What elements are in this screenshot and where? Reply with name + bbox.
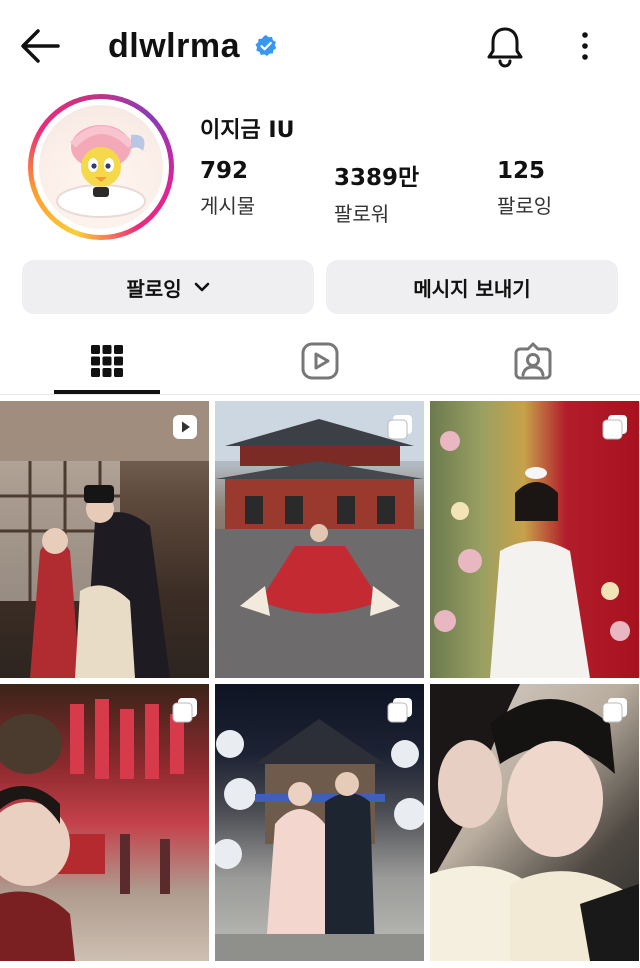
tab-tagged[interactable]: [480, 328, 586, 394]
top-bar: dlwlrma: [0, 0, 640, 92]
username: dlwlrma: [108, 26, 240, 65]
posts-grid: [0, 401, 640, 968]
post-image: [215, 719, 424, 961]
stat-following-label: 팔로잉: [497, 194, 553, 218]
bell-icon[interactable]: [484, 24, 526, 68]
more-vertical-icon[interactable]: [572, 28, 598, 64]
profile-full-name: 이지금 IU: [200, 118, 295, 143]
stat-posts-label: 게시물: [200, 194, 256, 218]
carousel-icon: [387, 698, 412, 723]
grid-icon: [91, 345, 123, 377]
post-image: [215, 401, 424, 678]
profile-avatar[interactable]: [28, 94, 174, 240]
post-image: [0, 699, 184, 961]
back-arrow-icon[interactable]: [18, 26, 64, 66]
message-button[interactable]: 메시지 보내기: [326, 260, 618, 314]
post-image: [430, 684, 639, 961]
stat-following-count: 125: [497, 158, 546, 184]
tab-posts[interactable]: [54, 328, 160, 394]
tagged-icon: [514, 342, 552, 380]
stat-posts-count: 792: [200, 158, 249, 184]
carousel-icon: [172, 698, 197, 723]
username-row: dlwlrma: [108, 26, 278, 66]
post-thumbnail[interactable]: [430, 401, 639, 678]
stat-followers[interactable]: 3389만 팔로워: [334, 158, 419, 227]
post-thumbnail[interactable]: [215, 684, 424, 961]
post-image: [0, 401, 209, 678]
chevron-down-icon: [194, 282, 209, 292]
message-button-label: 메시지 보내기: [413, 276, 531, 301]
carousel-icon: [602, 415, 627, 440]
stat-following[interactable]: 125 팔로잉: [497, 158, 552, 219]
avatar-illustration: [56, 125, 146, 218]
carousel-icon: [387, 415, 412, 440]
post-thumbnail[interactable]: [430, 684, 639, 961]
following-button[interactable]: 팔로잉: [22, 260, 314, 314]
post-image: [434, 431, 630, 678]
carousel-icon: [602, 698, 627, 723]
post-thumbnail[interactable]: [215, 401, 424, 678]
stat-followers-label: 팔로워: [334, 202, 390, 226]
stat-posts[interactable]: 792 게시물: [200, 158, 255, 219]
verified-badge-icon: [255, 35, 277, 56]
reels-icon: [301, 342, 339, 380]
reel-play-icon: [173, 415, 197, 439]
following-button-label: 팔로잉: [126, 276, 182, 301]
post-thumbnail[interactable]: [0, 401, 209, 678]
tabs-divider: [0, 394, 640, 395]
tab-reels[interactable]: [267, 328, 373, 394]
stat-followers-count: 3389만: [334, 165, 420, 191]
post-thumbnail[interactable]: [0, 684, 209, 961]
avatar-image: [39, 105, 163, 229]
profile-tabs: [0, 328, 640, 396]
